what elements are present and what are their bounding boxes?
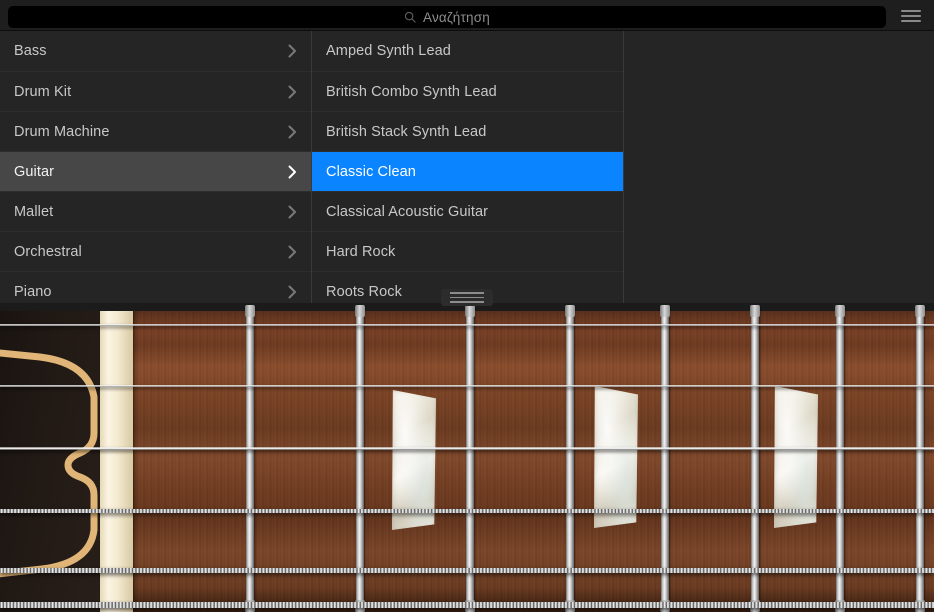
guitar-fretboard[interactable] [0,305,934,612]
search-inner: Αναζήτηση [404,10,490,25]
patch-item-classic-clean[interactable]: Classic Clean [312,151,623,191]
fret-3 [466,305,474,612]
list-item-label: Classical Acoustic Guitar [326,204,609,220]
fret-4 [566,305,574,612]
category-item-drum-machine[interactable]: Drum Machine [0,111,311,151]
patch-item-amped-synth-lead[interactable]: Amped Synth Lead [312,31,623,71]
fret-marker-3 [774,386,818,528]
grip-line-1 [450,292,484,294]
list-item-label: Drum Machine [14,124,288,140]
list-item-label: Orchestral [14,244,288,260]
fret-1 [246,305,254,612]
patch-item-classical-acoustic-guitar[interactable]: Classical Acoustic Guitar [312,191,623,231]
fret-2 [356,305,364,612]
fret-cap-top [565,305,575,317]
chevron-right-icon [288,245,297,259]
category-item-piano[interactable]: Piano [0,271,311,303]
string-5-a[interactable] [0,568,934,573]
list-item-label: Guitar [14,164,288,180]
patch-item-hard-rock[interactable]: Hard Rock [312,231,623,271]
category-item-guitar[interactable]: Guitar [0,151,311,191]
string-4-d[interactable] [0,509,934,513]
category-item-orchestral[interactable]: Orchestral [0,231,311,271]
list-item-label: Drum Kit [14,84,288,100]
string-2-b[interactable] [0,385,934,387]
fret-cap-top [660,305,670,317]
fret-cap-top [465,305,475,317]
list-item-label: Amped Synth Lead [326,43,609,59]
list-item-label: Mallet [14,204,288,220]
list-item-label: Hard Rock [326,244,609,260]
grip-line-3 [450,301,484,303]
list-item-label: Classic Clean [326,164,609,180]
fret-cap-top [915,305,925,317]
top-toolbar: Αναζήτηση [0,0,934,31]
fret-marker-2 [594,386,638,528]
list-item-label: British Stack Synth Lead [326,124,609,140]
grip-line-2 [450,297,484,299]
fret-5 [661,305,669,612]
chevron-right-icon [288,165,297,179]
string-1-high-e[interactable] [0,324,934,326]
patch-item-british-stack-synth-lead[interactable]: British Stack Synth Lead [312,111,623,151]
list-item-label: Bass [14,43,288,59]
list-item-label: Piano [14,284,288,300]
chevron-right-icon [288,205,297,219]
menu-line-3 [901,20,921,22]
search-placeholder: Αναζήτηση [423,10,490,25]
chevron-right-icon [288,85,297,99]
drag-handle-icon[interactable] [441,289,493,306]
category-column[interactable]: Bass Drum Kit Drum Machine Guitar Mallet Orch… [0,31,312,303]
detail-column[interactable] [624,31,934,303]
fret-8 [916,305,924,612]
menu-line-1 [901,10,921,12]
category-item-mallet[interactable]: Mallet [0,191,311,231]
fret-7 [836,305,844,612]
patch-column[interactable]: Amped Synth Lead British Combo Synth Lead… [312,31,624,303]
garageband-window: Αναζήτηση Bass Drum Kit Drum Machine Guitar… [0,0,934,612]
category-item-drum-kit[interactable]: Drum Kit [0,71,311,111]
chevron-right-icon [288,125,297,139]
patch-browser: Bass Drum Kit Drum Machine Guitar Mallet Orch… [0,31,934,303]
string-6-low-e[interactable] [0,602,934,608]
patch-item-british-combo-synth-lead[interactable]: British Combo Synth Lead [312,71,623,111]
fret-cap-top [245,305,255,317]
fret-cap-top [750,305,760,317]
list-item-label: British Combo Synth Lead [326,84,609,100]
fret-cap-top [835,305,845,317]
fret-cap-top [355,305,365,317]
hamburger-menu-icon[interactable] [898,6,924,26]
chevron-right-icon [288,285,297,299]
string-3-g[interactable] [0,447,934,450]
search-input[interactable]: Αναζήτηση [8,6,886,28]
menu-line-2 [901,15,921,17]
chevron-right-icon [288,44,297,58]
guitar-nut [100,305,133,612]
search-icon [404,11,416,23]
category-item-bass[interactable]: Bass [0,31,311,71]
fret-6 [751,305,759,612]
